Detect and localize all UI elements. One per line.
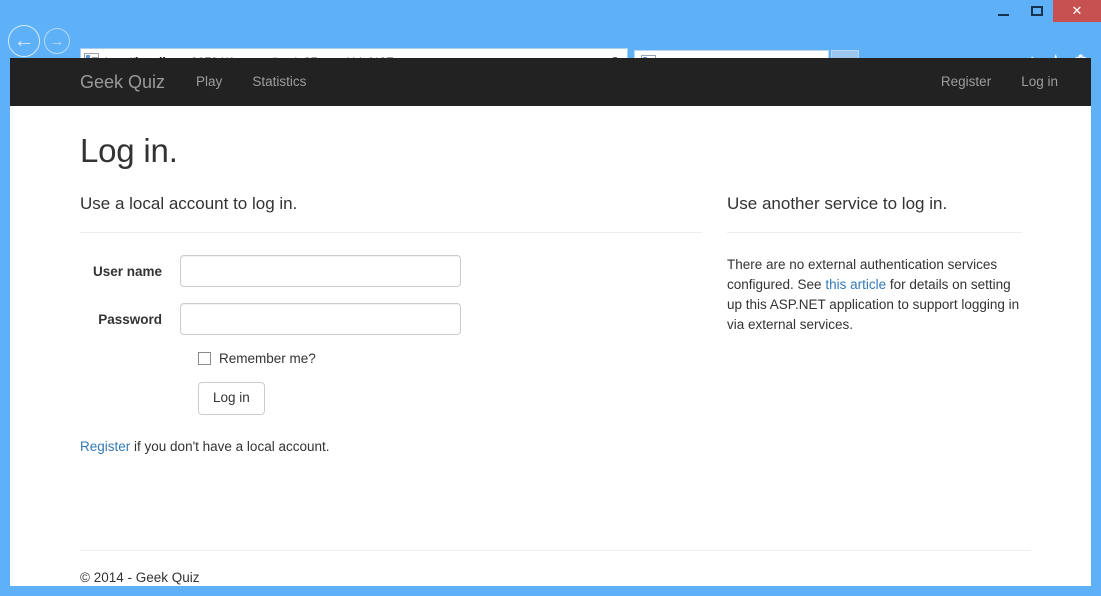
local-login-divider — [80, 232, 702, 233]
nav-item-login[interactable]: Log in — [1006, 58, 1073, 106]
minimize-icon — [998, 14, 1009, 16]
forward-button[interactable]: → — [44, 28, 70, 54]
back-button[interactable]: ← — [8, 25, 40, 57]
close-button[interactable]: ✕ — [1053, 0, 1101, 22]
window-controls: ✕ — [987, 0, 1101, 22]
browser-window: ✕ ← → http://localhost:20794/Account/Log… — [0, 0, 1101, 596]
login-columns: Use a local account to log in. User name… — [80, 194, 1031, 454]
maximize-icon — [1031, 6, 1043, 16]
navbar-right: Register Log in — [926, 58, 1073, 106]
remember-me-checkbox[interactable] — [198, 352, 211, 365]
back-arrow-icon: ← — [14, 29, 35, 53]
password-input[interactable] — [180, 303, 461, 335]
login-submit-button[interactable]: Log in — [198, 382, 265, 415]
register-link[interactable]: Register — [80, 439, 130, 454]
site-navbar: Geek Quiz Play Statistics Register Log i… — [10, 58, 1091, 106]
site-brand[interactable]: Geek Quiz — [10, 58, 181, 106]
this-article-link[interactable]: this article — [825, 277, 886, 292]
username-row: User name — [80, 255, 702, 287]
nav-item-statistics[interactable]: Statistics — [237, 58, 321, 106]
login-form: User name Password Remember me? — [80, 255, 702, 415]
password-label: Password — [80, 312, 180, 327]
submit-row: Log in — [198, 382, 702, 415]
page-body: Log in. Use a local account to log in. U… — [10, 132, 1091, 454]
username-input[interactable] — [180, 255, 461, 287]
forward-arrow-icon: → — [50, 33, 65, 50]
maximize-button[interactable] — [1020, 0, 1053, 22]
nav-item-play[interactable]: Play — [181, 58, 237, 106]
page-content: Geek Quiz Play Statistics Register Log i… — [10, 58, 1091, 586]
minimize-button[interactable] — [987, 0, 1020, 22]
remember-me-row: Remember me? — [198, 351, 702, 366]
external-login-heading: Use another service to log in. — [727, 194, 1022, 214]
register-prompt-text: if you don't have a local account. — [130, 439, 329, 454]
username-label: User name — [80, 264, 180, 279]
page-title: Log in. — [80, 132, 1031, 170]
local-login-column: Use a local account to log in. User name… — [80, 194, 702, 454]
nav-item-register[interactable]: Register — [926, 58, 1006, 106]
footer-copyright: © 2014 - Geek Quiz — [80, 570, 200, 585]
register-prompt: Register if you don't have a local accou… — [80, 439, 702, 454]
browser-toolbar: ← → http://localhost:20794/Account/Login… — [0, 22, 1101, 60]
external-login-column: Use another service to log in. There are… — [727, 194, 1022, 454]
external-login-paragraph: There are no external authentication ser… — [727, 255, 1022, 335]
footer-divider — [80, 550, 1031, 551]
navbar-left: Geek Quiz Play Statistics — [10, 58, 321, 106]
title-bar: ✕ — [0, 0, 1101, 22]
external-login-divider — [727, 232, 1022, 233]
close-icon: ✕ — [1072, 3, 1083, 19]
local-login-heading: Use a local account to log in. — [80, 194, 702, 214]
remember-me-label: Remember me? — [219, 351, 316, 366]
password-row: Password — [80, 303, 702, 335]
